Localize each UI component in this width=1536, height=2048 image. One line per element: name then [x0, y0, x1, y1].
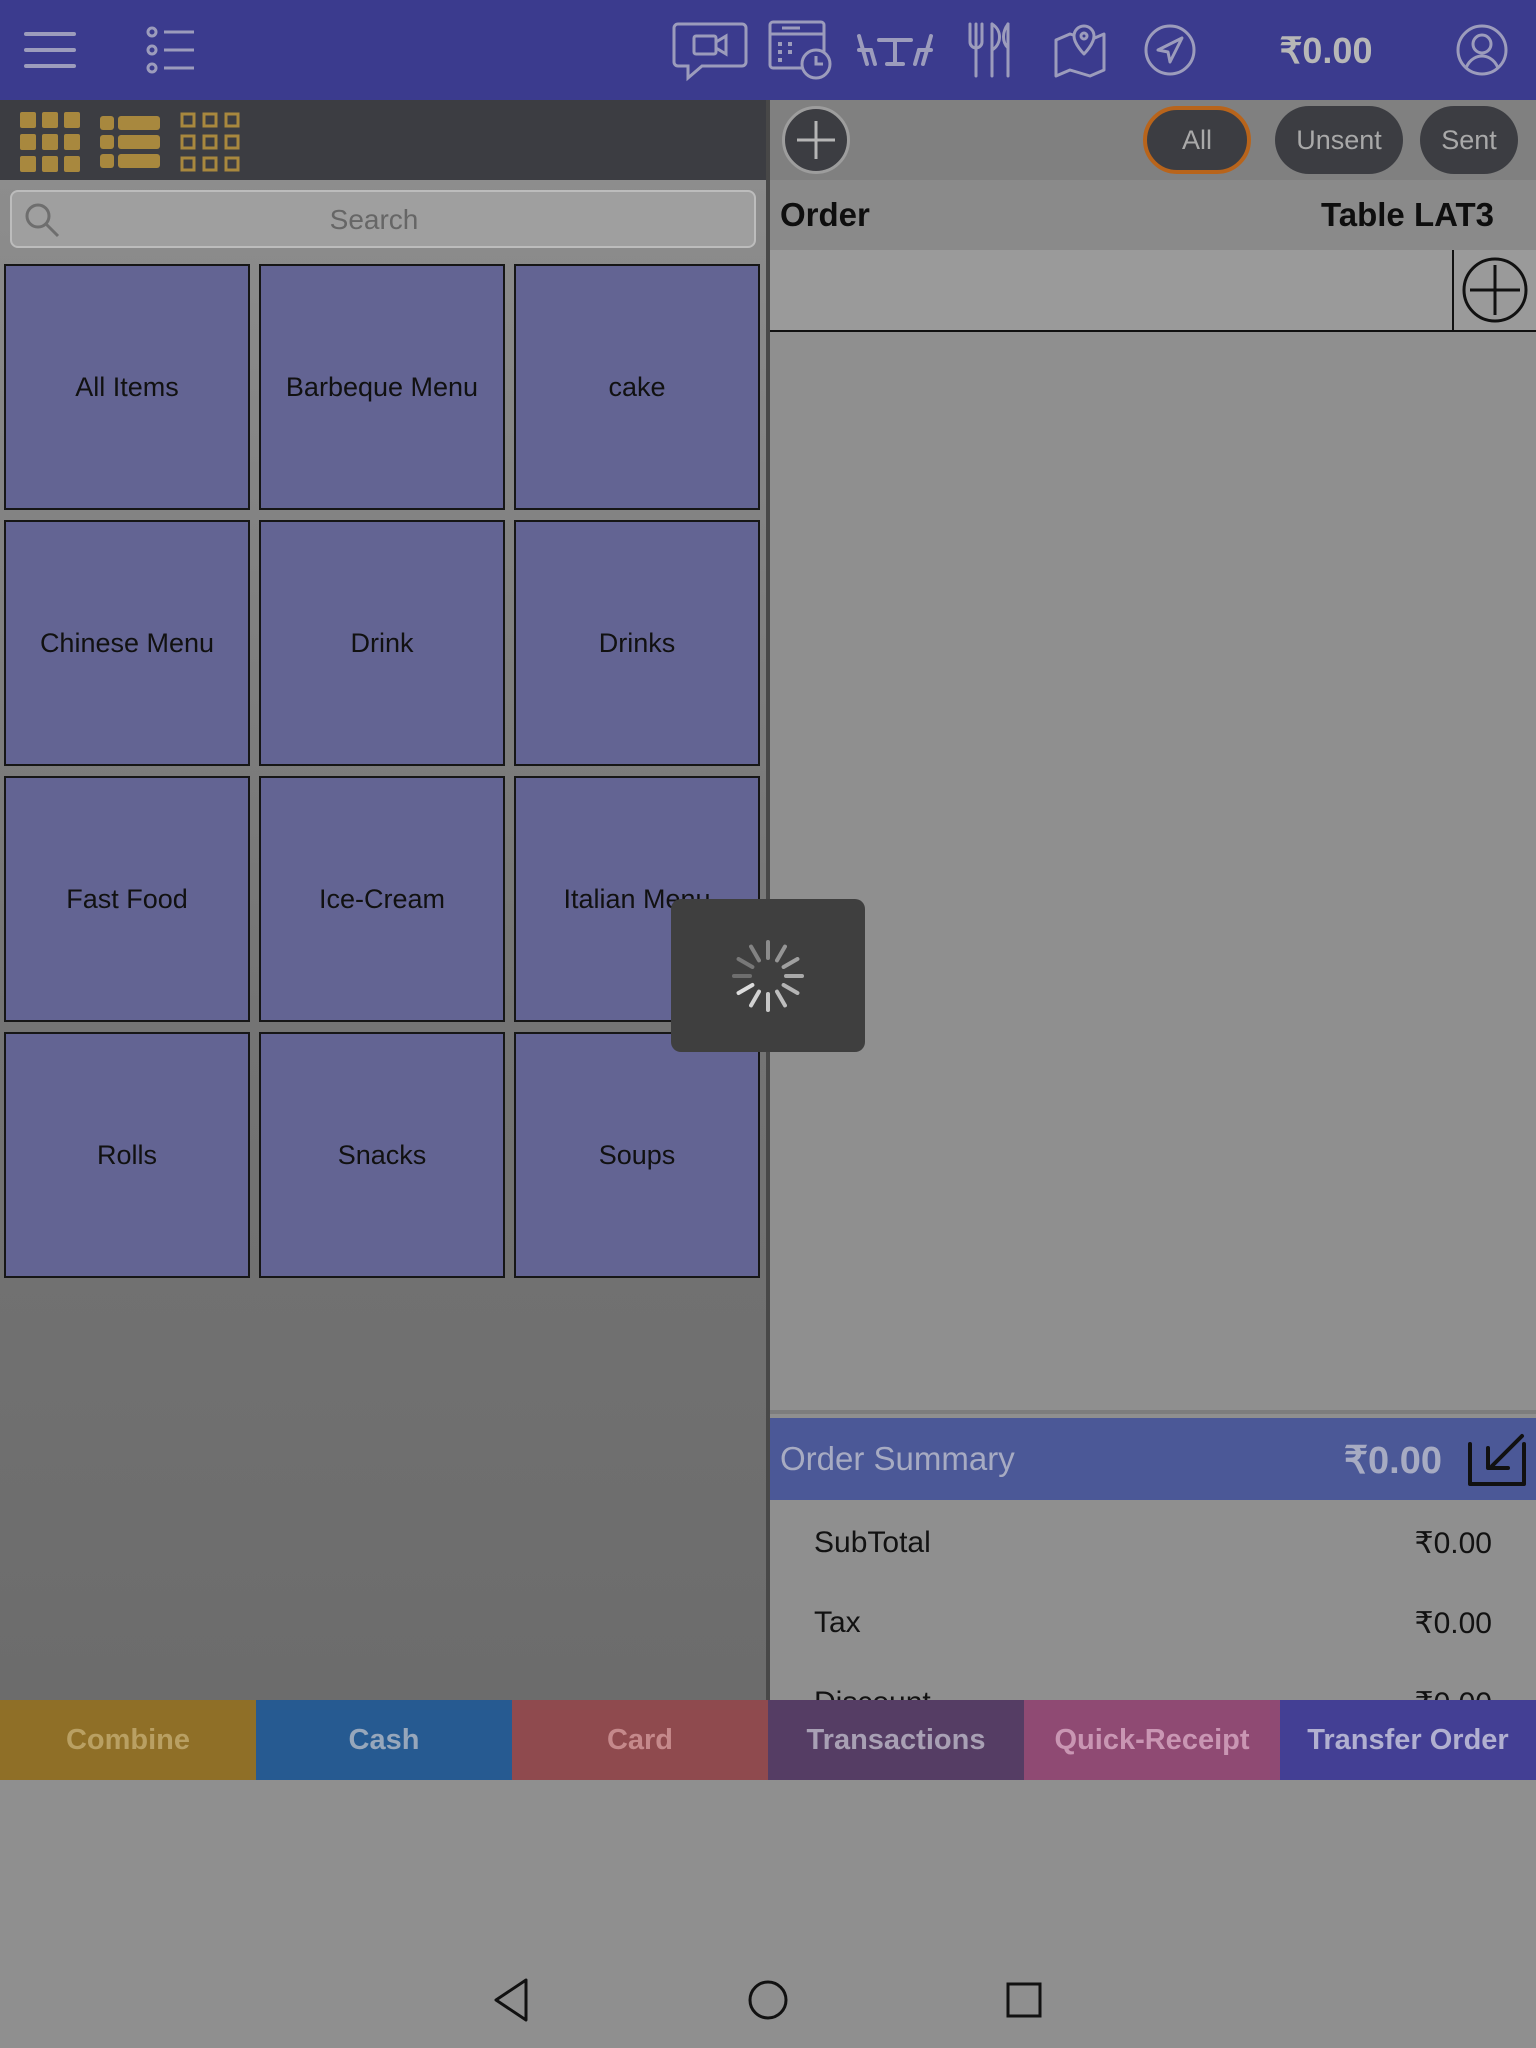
order-header: Order Table LAT3: [770, 180, 1536, 250]
top-app-bar: ₹0.00: [0, 0, 1536, 100]
navigation-icon[interactable]: [1138, 18, 1202, 82]
order-summary-total: ₹0.00: [1343, 1440, 1442, 1482]
order-filter-bar: All Unsent Sent: [770, 100, 1536, 180]
category-tile[interactable]: Fast Food: [4, 776, 250, 1022]
loading-dialog: [671, 899, 865, 1052]
video-chat-icon[interactable]: [672, 18, 748, 82]
category-tile[interactable]: Snacks: [259, 1032, 505, 1278]
back-icon[interactable]: [480, 1968, 544, 2032]
payment-action-bar: Combine Cash Card Transactions Quick-Rec…: [0, 1700, 1536, 1780]
category-tile[interactable]: Rolls: [4, 1032, 250, 1278]
small-grid-view-icon[interactable]: [178, 110, 242, 174]
category-tile[interactable]: Barbeque Menu: [259, 264, 505, 510]
discount-row: Discount ₹0.00: [814, 1686, 1492, 1700]
filter-sent-button[interactable]: Sent: [1420, 106, 1518, 174]
subtotal-row: SubTotal ₹0.00: [814, 1526, 1492, 1566]
transactions-button[interactable]: Transactions: [768, 1700, 1024, 1780]
table-label: Table LAT3: [1321, 196, 1494, 233]
order-label: Order: [780, 196, 870, 233]
search-bar: [10, 190, 756, 248]
spinner-icon: [732, 939, 804, 1012]
transfer-order-button[interactable]: Transfer Order: [1280, 1700, 1536, 1780]
list-icon[interactable]: [138, 18, 202, 82]
map-pin-icon[interactable]: [1048, 18, 1112, 82]
quick-receipt-button[interactable]: Quick-Receipt: [1024, 1700, 1280, 1780]
calendar-clock-icon[interactable]: [766, 18, 836, 82]
menu-icon[interactable]: [18, 18, 82, 82]
category-tile[interactable]: Ice-Cream: [259, 776, 505, 1022]
plus-circle-icon: [1462, 257, 1528, 323]
category-tile[interactable]: Chinese Menu: [4, 520, 250, 766]
recents-icon[interactable]: [992, 1968, 1056, 2032]
collapse-arrow-icon[interactable]: [1466, 1430, 1528, 1488]
order-total-amount: ₹0.00: [1279, 30, 1373, 71]
user-icon[interactable]: [1450, 18, 1514, 82]
subtotal-value: ₹0.00: [1414, 1527, 1492, 1560]
category-tile[interactable]: All Items: [4, 264, 250, 510]
grid-view-icon[interactable]: [18, 110, 82, 174]
order-summary-header[interactable]: Order Summary ₹0.00: [770, 1418, 1536, 1500]
view-mode-toolbar: [0, 100, 766, 180]
list-view-icon[interactable]: [98, 110, 162, 174]
plus-icon: [797, 121, 835, 159]
order-items-list: [770, 332, 1536, 1414]
order-summary-label: Order Summary: [780, 1440, 1015, 1477]
combine-button[interactable]: Combine: [0, 1700, 256, 1780]
category-tile[interactable]: cake: [514, 264, 760, 510]
cash-button[interactable]: Cash: [256, 1700, 512, 1780]
add-order-button[interactable]: [782, 106, 850, 174]
tax-value: ₹0.00: [1414, 1607, 1492, 1640]
home-icon[interactable]: [736, 1968, 800, 2032]
subtotal-label: SubTotal: [814, 1526, 931, 1559]
order-summary-details: SubTotal ₹0.00 Tax ₹0.00 Discount ₹0.00: [770, 1500, 1536, 1700]
category-tile[interactable]: Drinks: [514, 520, 760, 766]
discount-label: Discount: [814, 1686, 931, 1700]
add-item-button[interactable]: [1452, 250, 1536, 330]
card-button[interactable]: Card: [512, 1700, 768, 1780]
empty-area: [0, 1780, 1536, 1950]
category-tile[interactable]: Drink: [259, 520, 505, 766]
category-tile[interactable]: Soups: [514, 1032, 760, 1278]
order-item-row[interactable]: [770, 250, 1536, 332]
filter-unsent-button[interactable]: Unsent: [1275, 106, 1403, 174]
search-input[interactable]: [72, 192, 676, 248]
tax-row: Tax ₹0.00: [814, 1606, 1492, 1646]
tables-icon[interactable]: [855, 18, 935, 82]
system-nav-bar: [0, 1950, 1536, 2048]
discount-value: ₹0.00: [1415, 1686, 1492, 1700]
filter-all-button[interactable]: All: [1143, 106, 1251, 174]
cutlery-icon[interactable]: [958, 18, 1022, 82]
tax-label: Tax: [814, 1606, 861, 1639]
search-icon: [25, 203, 60, 238]
